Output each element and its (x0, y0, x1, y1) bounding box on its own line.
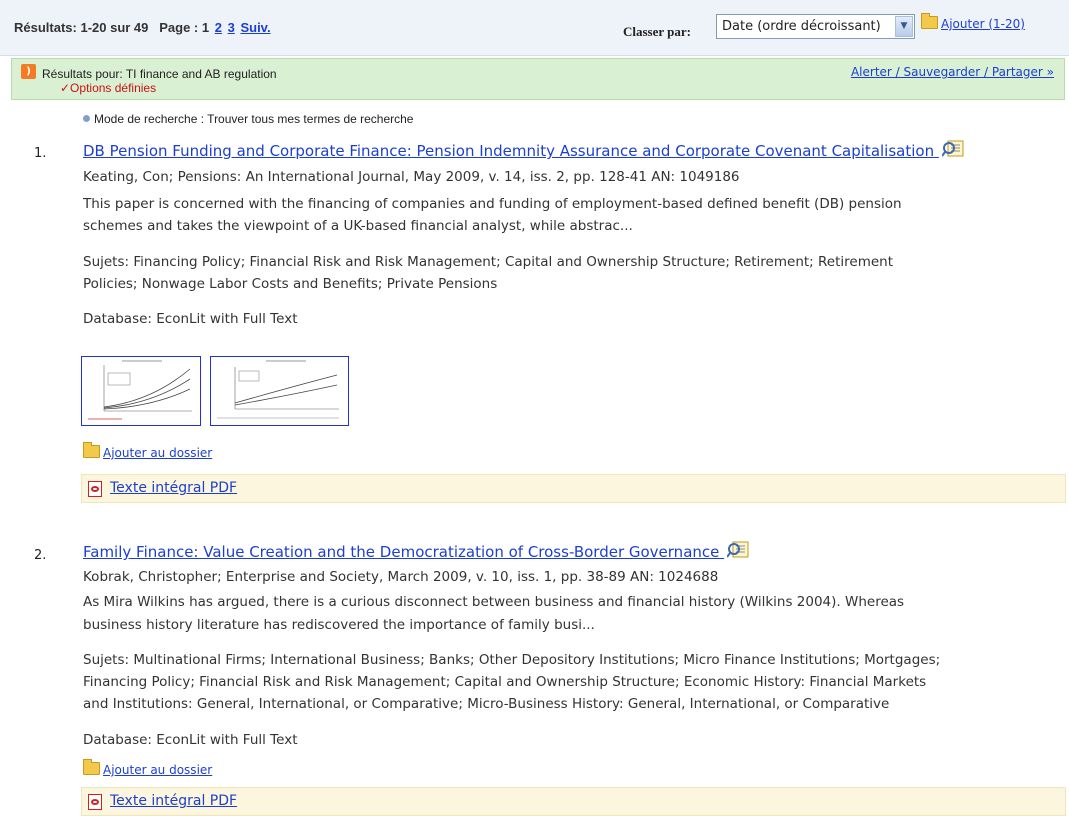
add-to-folder[interactable]: Ajouter au dossier (83, 442, 212, 460)
page-link-3[interactable]: 3 (228, 20, 235, 35)
sort-label: Classer par: (623, 24, 692, 39)
pdf-full-text-link[interactable]: Texte intégral PDF (110, 480, 237, 496)
pdf-icon (88, 794, 102, 810)
add-to-folder-link[interactable]: Ajouter au dossier (103, 763, 212, 777)
result-subjects-line: Policies; Nonwage Labor Costs and Benefi… (83, 276, 498, 292)
search-mode: Mode de recherche : Trouver tous mes ter… (83, 112, 413, 126)
result-title-link[interactable]: DB Pension Funding and Corporate Finance… (83, 142, 934, 160)
result-subjects-line: Sujets: Financing Policy; Financial Risk… (83, 254, 893, 270)
folder-icon (921, 13, 938, 29)
result-abstract-line: schemes and takes the viewpoint of a UK-… (83, 218, 633, 234)
result-subjects-line: Financing Policy; Financial Risk and Ris… (83, 674, 927, 690)
add-to-folder-link[interactable]: Ajouter au dossier (103, 446, 212, 460)
result-subjects-line: and Institutions: General, International… (83, 696, 890, 712)
result-title-link[interactable]: Family Finance: Value Creation and the D… (83, 543, 719, 561)
result-citation: Kobrak, Christopher; Enterprise and Soci… (83, 569, 719, 585)
result-title: DB Pension Funding and Corporate Finance… (83, 140, 964, 160)
alert-save-share-link[interactable]: Alerter / Sauvegarder / Partager » (851, 65, 1054, 79)
result-database: Database: EconLit with Full Text (83, 311, 298, 327)
result-number: 2. (34, 548, 47, 563)
page-link-2[interactable]: 2 (215, 20, 222, 35)
next-page-link[interactable]: Suiv. (240, 20, 270, 35)
rss-icon[interactable]: ) (21, 64, 36, 79)
page-label: Page : 1 (159, 20, 210, 35)
result-subjects-line: Sujets: Multinational Firms; Internation… (83, 652, 941, 668)
result-citation: Keating, Con; Pensions: An International… (83, 169, 740, 185)
chart-thumbnail[interactable] (81, 356, 201, 426)
results-summary: Résultats: 1-20 sur 49 Page : 1 2 3 Suiv… (14, 20, 271, 35)
result-abstract-line: business history literature has rediscov… (83, 617, 595, 633)
chevron-down-icon[interactable]: ▼ (895, 16, 913, 37)
results-count: Résultats: 1-20 sur 49 (14, 20, 149, 35)
folder-icon (83, 442, 100, 458)
pdf-full-text-link[interactable]: Texte intégral PDF (110, 793, 237, 809)
result-number: 1. (34, 146, 47, 161)
folder-icon (83, 759, 100, 775)
search-mode-text: Mode de recherche : Trouver tous mes ter… (94, 112, 414, 126)
preview-icon[interactable] (941, 140, 964, 158)
result-abstract-line: As Mira Wilkins has argued, there is a c… (83, 594, 905, 610)
results-toolbar: Résultats: 1-20 sur 49 Page : 1 2 3 Suiv… (0, 0, 1069, 56)
result-title: Family Finance: Value Creation and the D… (83, 541, 749, 561)
options-set-link[interactable]: ✓Options définies (60, 81, 156, 95)
sort-select-value: Date (ordre décroissant) (722, 19, 881, 34)
full-text-bar: Texte intégral PDF (81, 474, 1066, 503)
add-all-link[interactable]: Ajouter (1-20) (941, 17, 1025, 31)
add-all-to-folder[interactable]: Ajouter (1-20) (921, 13, 1025, 31)
add-to-folder[interactable]: Ajouter au dossier (83, 759, 212, 777)
result-abstract-line: This paper is concerned with the financi… (83, 196, 902, 212)
full-text-bar: Texte intégral PDF (81, 787, 1066, 816)
sort-select[interactable]: Date (ordre décroissant) ▼ (716, 14, 915, 39)
result-database: Database: EconLit with Full Text (83, 732, 298, 748)
pdf-icon (88, 481, 102, 497)
bullet-icon (83, 115, 90, 122)
search-query: Résultats pour: TI finance and AB regula… (42, 67, 277, 81)
results-for-bar: ) Résultats pour: TI finance and AB regu… (11, 58, 1065, 100)
preview-icon[interactable] (727, 541, 749, 559)
chart-thumbnail[interactable] (210, 356, 349, 426)
